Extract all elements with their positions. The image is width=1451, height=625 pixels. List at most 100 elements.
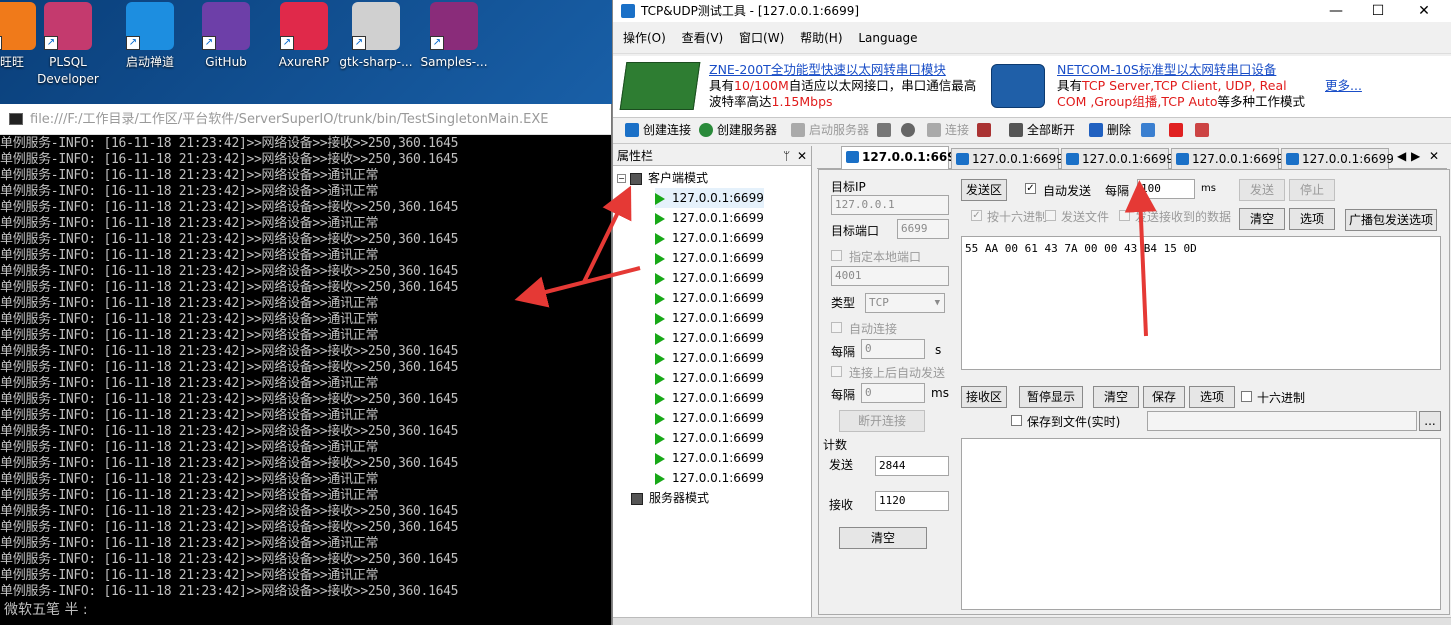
tree-client-item[interactable]: 127.0.0.1:6699 bbox=[655, 328, 764, 348]
recv-data-textarea[interactable] bbox=[961, 438, 1441, 610]
tree-client-item[interactable]: 127.0.0.1:6699 bbox=[655, 308, 764, 328]
ad2-line2: COM ,Group组播,TCP Auto等多种工作模式 bbox=[1057, 94, 1305, 110]
tree-client-item[interactable]: 127.0.0.1:6699 bbox=[655, 448, 764, 468]
start-server-button[interactable]: 启动服务器 bbox=[791, 118, 869, 142]
panel-close-icon[interactable]: ✕ bbox=[797, 146, 807, 166]
tree-client-item[interactable]: 127.0.0.1:6699 bbox=[655, 208, 764, 228]
more-link[interactable]: 更多... bbox=[1325, 78, 1362, 94]
menu-help[interactable]: 帮助(H) bbox=[800, 31, 842, 45]
tree-client-item[interactable]: 127.0.0.1:6699 bbox=[655, 268, 764, 288]
pause-display-button[interactable]: 暂停显示 bbox=[1019, 386, 1083, 408]
desktop-icon-2[interactable]: ↗ PLSQL Developer bbox=[26, 0, 110, 100]
create-connection-button[interactable]: 创建连接 bbox=[625, 118, 691, 142]
tree-server-mode[interactable]: 服务器模式 bbox=[631, 488, 709, 508]
send-file-checkbox[interactable] bbox=[1045, 210, 1056, 221]
send-options-button[interactable]: 选项 bbox=[1289, 208, 1335, 230]
clear-recv-button[interactable]: 清空 bbox=[1093, 386, 1139, 408]
local-port-checkbox[interactable] bbox=[831, 250, 842, 261]
every-field[interactable]: 100 bbox=[1137, 179, 1195, 199]
tab-prev-icon[interactable]: ◀ bbox=[1397, 149, 1406, 163]
console-line: 单例服务-INFO: [16-11-18 21:23:42]>>网络设备>>通讯… bbox=[0, 184, 379, 199]
create-server-button[interactable]: 创建服务器 bbox=[699, 118, 777, 142]
tree-client-item[interactable]: 127.0.0.1:6699 bbox=[655, 188, 764, 208]
ad2-link[interactable]: NETCOM-10S标准型以太网转串口设备 bbox=[1057, 62, 1276, 78]
auto-send-checkbox[interactable]: ✓ bbox=[1025, 183, 1036, 194]
desktop-icon-6[interactable]: ↗ gtk-sharp-... bbox=[334, 0, 418, 100]
type-select[interactable]: TCP ▼ bbox=[865, 293, 945, 313]
save-to-file-checkbox[interactable] bbox=[1011, 415, 1022, 426]
console-line: 单例服务-INFO: [16-11-18 21:23:42]>>网络设备>>通讯… bbox=[0, 488, 379, 503]
local-port-field[interactable]: 4001 bbox=[831, 266, 949, 286]
send-count-field[interactable]: 2844 bbox=[875, 456, 949, 476]
target-port-field[interactable]: 6699 bbox=[897, 219, 949, 239]
menu-window[interactable]: 窗口(W) bbox=[739, 31, 784, 45]
send-data-textarea[interactable]: 55 AA 00 61 43 7A 00 00 43 B4 15 0D bbox=[961, 236, 1441, 370]
shortcut-arrow-icon: ↗ bbox=[202, 36, 216, 50]
hex-send-checkbox[interactable]: ✓ bbox=[971, 210, 982, 221]
connection-tab[interactable]: 127.0.0.1:6699 bbox=[841, 146, 964, 170]
create-connection-icon bbox=[625, 123, 639, 137]
connection-tab-icon bbox=[1286, 153, 1299, 165]
send-area-tab[interactable]: 发送区 bbox=[961, 179, 1007, 201]
target-ip-field[interactable]: 127.0.0.1 bbox=[831, 195, 949, 215]
connection-tab[interactable]: 127.0.0.1:6699 bbox=[1171, 148, 1284, 169]
delete-button[interactable]: 删除 bbox=[1089, 118, 1131, 142]
console-title: file:///F:/工作目录/工作区/平台软件/ServerSuperIO/t… bbox=[30, 112, 549, 127]
minimize-button[interactable]: — bbox=[1313, 0, 1359, 22]
tree-client-item[interactable]: 127.0.0.1:6699 bbox=[655, 248, 764, 268]
tree-client-item[interactable]: 127.0.0.1:6699 bbox=[655, 228, 764, 248]
save-file-path-field[interactable] bbox=[1147, 411, 1417, 431]
disconnect-connection-button[interactable]: 断开连接 bbox=[839, 410, 925, 432]
tree-client-item[interactable]: 127.0.0.1:6699 bbox=[655, 348, 764, 368]
console-titlebar[interactable]: file:///F:/工作目录/工作区/平台软件/ServerSuperIO/t… bbox=[0, 104, 611, 135]
clear-count-button[interactable]: 清空 bbox=[839, 527, 927, 549]
menu-operate[interactable]: 操作(O) bbox=[623, 31, 666, 45]
save-recv-button[interactable]: 保存 bbox=[1143, 386, 1185, 408]
tree-client-item[interactable]: 127.0.0.1:6699 bbox=[655, 368, 764, 388]
tree-client-item-label: 127.0.0.1:6699 bbox=[672, 311, 764, 325]
maximize-button[interactable]: ☐ bbox=[1355, 0, 1401, 22]
pin-icon[interactable]: ᛘ bbox=[783, 146, 790, 166]
auto-connect-checkbox[interactable] bbox=[831, 322, 842, 333]
recv-options-button[interactable]: 选项 bbox=[1189, 386, 1235, 408]
menu-language[interactable]: Language bbox=[858, 31, 917, 45]
recv-count-field[interactable]: 1120 bbox=[875, 491, 949, 511]
tree-client-mode[interactable]: − 客户端模式 bbox=[617, 168, 708, 188]
disconnect-all-button[interactable]: 全部断开 bbox=[1009, 118, 1075, 142]
hex-recv-checkbox[interactable] bbox=[1241, 391, 1252, 402]
ad2-text-d: 等多种工作模式 bbox=[1217, 94, 1306, 109]
tree-client-item[interactable]: 127.0.0.1:6699 bbox=[655, 288, 764, 308]
desktop-icon-3[interactable]: ↗ 启动禅道 bbox=[108, 0, 192, 100]
browse-button[interactable]: ... bbox=[1419, 411, 1441, 431]
window-titlebar[interactable]: TCP&UDP测试工具 - [127.0.0.1:6699] — ☐ ✕ bbox=[613, 0, 1451, 22]
console-line: 单例服务-INFO: [16-11-18 21:23:42]>>网络设备>>通讯… bbox=[0, 440, 379, 455]
connection-tab[interactable]: 127.0.0.1:6699 bbox=[951, 148, 1064, 169]
clear-send-button[interactable]: 清空 bbox=[1239, 208, 1285, 230]
stop-send-button[interactable]: 停止 bbox=[1289, 179, 1335, 201]
tree-client-item[interactable]: 127.0.0.1:6699 bbox=[655, 428, 764, 448]
send-button[interactable]: 发送 bbox=[1239, 179, 1285, 201]
menu-view[interactable]: 查看(V) bbox=[682, 31, 724, 45]
recv-area-tab[interactable]: 接收区 bbox=[961, 386, 1007, 408]
connection-tab-icon bbox=[846, 151, 859, 163]
interval-field[interactable]: 0 bbox=[861, 339, 925, 359]
console-window[interactable]: file:///F:/工作目录/工作区/平台软件/ServerSuperIO/t… bbox=[0, 104, 612, 625]
interval2-field[interactable]: 0 bbox=[861, 383, 925, 403]
tree-client-item[interactable]: 127.0.0.1:6699 bbox=[655, 408, 764, 428]
auto-send-on-connect-checkbox[interactable] bbox=[831, 366, 842, 377]
connection-tab[interactable]: 127.0.0.1:6699 bbox=[1061, 148, 1174, 169]
console-line: 单例服务-INFO: [16-11-18 21:23:42]>>网络设备>>接收… bbox=[0, 152, 459, 167]
send-received-checkbox[interactable] bbox=[1119, 210, 1130, 221]
close-button[interactable]: ✕ bbox=[1401, 0, 1447, 22]
tree-client-item[interactable]: 127.0.0.1:6699 bbox=[655, 468, 764, 488]
desktop-icon-7[interactable]: ↗ Samples-... bbox=[412, 0, 496, 100]
tab-next-icon[interactable]: ▶ bbox=[1411, 149, 1420, 163]
tab-close-icon[interactable]: ✕ bbox=[1429, 149, 1439, 163]
desktop-icon-4[interactable]: ↗ GitHub bbox=[184, 0, 268, 100]
connection-tab[interactable]: 127.0.0.1:6699 bbox=[1281, 148, 1394, 169]
broadcast-options-button[interactable]: 广播包发送选项 bbox=[1345, 209, 1437, 231]
tree-client-item[interactable]: 127.0.0.1:6699 bbox=[655, 388, 764, 408]
connect-button[interactable]: 连接 bbox=[927, 118, 969, 142]
ad1-link[interactable]: ZNE-200T全功能型快速以太网转串口模块 bbox=[709, 62, 946, 78]
gear-icon bbox=[877, 123, 891, 137]
